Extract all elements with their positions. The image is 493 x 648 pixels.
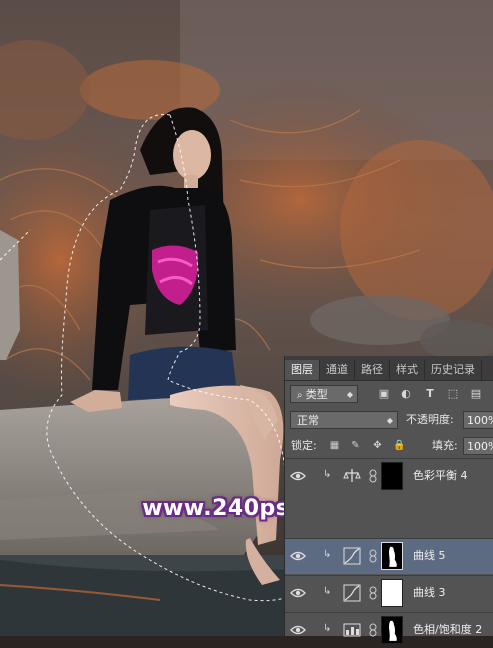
filter-type-select[interactable]: ⌕ 类型 ◆ <box>290 385 358 403</box>
adjustment-filter-icon[interactable]: ◐ <box>399 387 413 401</box>
layer-mask-thumbnail[interactable] <box>381 462 403 490</box>
opacity-label: 不透明度: <box>406 413 454 426</box>
tab-channels[interactable]: 通道 <box>320 360 355 380</box>
color-balance-icon <box>343 469 361 482</box>
tab-history[interactable]: 历史记录 <box>425 360 482 380</box>
layer-mask-thumbnail[interactable] <box>381 579 403 607</box>
layer-name[interactable]: 曲线 5 <box>413 539 446 573</box>
shape-filter-icon[interactable]: ⬚ <box>446 387 460 401</box>
layer-row[interactable]: ↳ 曲线 5 <box>285 538 493 574</box>
layer-name[interactable]: 曲线 3 <box>413 576 446 610</box>
blend-row: 正常 ◆ 不透明度: 100% <box>285 407 493 433</box>
layer-name[interactable]: 色彩平衡 4 <box>413 459 468 493</box>
clip-arrow-icon: ↳ <box>323 469 332 480</box>
smart-object-filter-icon[interactable]: ▤ <box>469 387 483 401</box>
blend-mode-value: 正常 <box>297 414 319 427</box>
lock-row: 锁定: ▦ ✎ ✥ 🔒 填充: 100% <box>285 433 493 459</box>
fill-input[interactable]: 100% <box>463 437 493 455</box>
chevron-updown-icon: ◆ <box>386 416 393 425</box>
link-icon[interactable] <box>369 586 377 600</box>
link-icon[interactable] <box>369 549 377 563</box>
panel-tab-bar: 图层 通道 路径 样式 历史记录 <box>285 356 493 381</box>
lock-position-icon[interactable]: ✥ <box>371 439 384 452</box>
layer-mask-thumbnail[interactable] <box>381 542 403 570</box>
filter-type-value: 类型 <box>305 388 328 401</box>
opacity-input[interactable]: 100% <box>463 411 493 429</box>
clip-arrow-icon: ↳ <box>323 549 332 560</box>
chevron-updown-icon: ◆ <box>346 390 353 399</box>
eye-icon[interactable] <box>290 586 306 600</box>
curves-icon <box>343 547 361 565</box>
blend-mode-select[interactable]: 正常 ◆ <box>290 411 398 429</box>
layer-row[interactable]: ↳ 色相/饱和度 2 <box>285 612 493 648</box>
tab-layers[interactable]: 图层 <box>285 360 320 380</box>
lock-transparency-icon[interactable]: ▦ <box>328 439 341 452</box>
link-icon[interactable] <box>369 469 377 483</box>
layer-row[interactable]: ↳ 色彩平衡 4 <box>285 458 493 494</box>
fill-label: 填充: <box>432 439 458 452</box>
lock-label: 锁定: <box>291 439 317 452</box>
eye-icon[interactable] <box>290 623 306 637</box>
tab-paths[interactable]: 路径 <box>355 360 390 380</box>
link-icon[interactable] <box>369 623 377 637</box>
eye-icon[interactable] <box>290 549 306 563</box>
layer-name[interactable]: 色相/饱和度 2 <box>413 613 482 647</box>
text-filter-icon[interactable]: T <box>423 387 437 401</box>
hue-saturation-icon <box>343 623 361 637</box>
layer-row[interactable]: ↳ 曲线 3 <box>285 575 493 611</box>
layers-panel: 图层 通道 路径 样式 历史记录 ⌕ 类型 ◆ ▣ ◐ T ⬚ ▤ 正常 ◆ 不… <box>284 356 493 644</box>
image-filter-icon[interactable]: ▣ <box>377 387 391 401</box>
curves-icon <box>343 584 361 602</box>
search-icon: ⌕ <box>297 390 306 401</box>
lock-paint-icon[interactable]: ✎ <box>349 439 362 452</box>
filter-row: ⌕ 类型 ◆ ▣ ◐ T ⬚ ▤ <box>285 381 493 407</box>
eye-icon[interactable] <box>290 469 306 483</box>
tab-styles[interactable]: 样式 <box>390 360 425 380</box>
clip-arrow-icon: ↳ <box>323 586 332 597</box>
lock-all-icon[interactable]: 🔒 <box>393 439 406 452</box>
clip-arrow-icon: ↳ <box>323 623 332 634</box>
layer-mask-thumbnail[interactable] <box>381 616 403 644</box>
